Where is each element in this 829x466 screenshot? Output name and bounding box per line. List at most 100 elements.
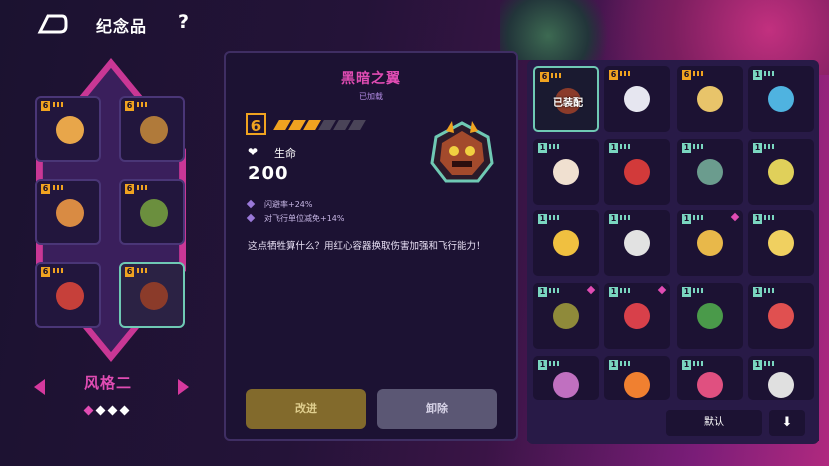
tier-badge: 1 bbox=[753, 143, 762, 153]
popcorn-icon bbox=[56, 116, 84, 144]
memento-cell[interactable]: 1 bbox=[604, 210, 670, 276]
memento-cell[interactable]: 6 已装配 bbox=[533, 66, 599, 132]
tooth-icon bbox=[768, 230, 794, 256]
memento-cell[interactable]: 1 bbox=[533, 356, 599, 400]
style-next-arrow[interactable] bbox=[178, 379, 189, 395]
loadout-slot[interactable]: 6 bbox=[35, 179, 101, 245]
loadout-slot[interactable]: 6 bbox=[119, 262, 185, 328]
tier-badge: 1 bbox=[538, 287, 547, 297]
bonus-line: 闪避率+24% bbox=[246, 199, 312, 210]
loadout-slot[interactable]: 6 bbox=[119, 179, 185, 245]
memento-cell[interactable]: 1 bbox=[604, 356, 670, 400]
heart-icon: ❤ bbox=[248, 145, 259, 159]
top-bar: 纪念品 ? bbox=[0, 0, 300, 50]
dark-wings-icon bbox=[430, 121, 494, 183]
lucky-cat-icon bbox=[553, 159, 579, 185]
loadout-slot[interactable]: 6 bbox=[119, 96, 185, 162]
flame-doll-icon bbox=[553, 230, 579, 256]
memento-cell[interactable]: 1 bbox=[533, 283, 599, 349]
rank-dots bbox=[764, 71, 774, 76]
loadout-slot[interactable]: 6 bbox=[35, 96, 101, 162]
new-indicator bbox=[657, 285, 667, 295]
rank-dots bbox=[549, 288, 559, 293]
tier-badge: 1 bbox=[538, 143, 547, 153]
unicorn-icon bbox=[624, 86, 650, 112]
diamond-bullet-icon bbox=[246, 199, 256, 209]
tier-badge: 1 bbox=[609, 360, 618, 370]
tier-badge: 1 bbox=[538, 360, 547, 370]
memento-cell[interactable]: 1 bbox=[677, 283, 743, 349]
back-button[interactable] bbox=[36, 12, 68, 36]
tier-badge: 1 bbox=[609, 214, 618, 224]
rank-dots bbox=[764, 144, 774, 149]
rank-dots bbox=[53, 185, 63, 190]
pager-dot bbox=[83, 405, 94, 416]
crate-icon bbox=[140, 116, 168, 144]
rank-dots bbox=[693, 361, 703, 366]
memento-cell[interactable]: 1 bbox=[677, 210, 743, 276]
tier-badge: 1 bbox=[609, 287, 618, 297]
style-prev-arrow[interactable] bbox=[34, 379, 45, 395]
tier-badge: 1 bbox=[609, 143, 618, 153]
memento-cell[interactable]: 1 bbox=[677, 139, 743, 205]
feather-icon bbox=[624, 303, 650, 329]
rank-dots bbox=[693, 71, 703, 76]
memento-cell[interactable]: 6 bbox=[604, 66, 670, 132]
memento-status: 已加载 bbox=[359, 92, 383, 101]
new-indicator bbox=[730, 212, 740, 222]
tier-badge: 6 bbox=[125, 101, 134, 111]
stat-value: 200 bbox=[248, 163, 289, 184]
rank-dots bbox=[764, 288, 774, 293]
memento-cell[interactable]: 6 bbox=[677, 66, 743, 132]
tier-badge: 1 bbox=[682, 287, 691, 297]
remove-button[interactable]: 卸除 bbox=[377, 389, 497, 429]
memento-cell[interactable]: 1 bbox=[604, 283, 670, 349]
new-indicator bbox=[586, 285, 596, 295]
orange-icon bbox=[624, 372, 650, 398]
snack-bag-icon bbox=[553, 372, 579, 398]
upgrade-button[interactable]: 改进 bbox=[246, 389, 366, 429]
memento-cell[interactable]: 1 bbox=[533, 139, 599, 205]
memento-cell[interactable]: 1 bbox=[748, 66, 814, 132]
rank-dots bbox=[549, 361, 559, 366]
memento-description: 这点牺牲算什么？用红心容器换取伤害加强和飞行能力！ bbox=[248, 241, 486, 252]
scroll-icon bbox=[697, 86, 723, 112]
tier-badge: 6 bbox=[41, 101, 50, 111]
rank-dots bbox=[620, 71, 630, 76]
page-title: 纪念品 bbox=[96, 17, 148, 36]
calendar-icon bbox=[624, 230, 650, 256]
ticket-icon bbox=[768, 159, 794, 185]
rank-dots bbox=[137, 102, 147, 107]
pager-dot bbox=[95, 405, 106, 416]
tier-badge: 6 bbox=[682, 70, 691, 80]
memento-cell[interactable]: 1 bbox=[748, 356, 814, 400]
skull-badge-icon bbox=[768, 372, 794, 398]
mask-icon bbox=[624, 159, 650, 185]
rank-dots bbox=[53, 102, 63, 107]
memento-cell[interactable]: 1 bbox=[677, 356, 743, 400]
memento-cell[interactable]: 1 bbox=[604, 139, 670, 205]
rank-dots bbox=[620, 144, 630, 149]
memento-cell[interactable]: 1 bbox=[533, 210, 599, 276]
diamond-bullet-icon bbox=[246, 213, 256, 223]
loadout-slot[interactable]: 6 bbox=[35, 262, 101, 328]
memento-cell[interactable]: 1 bbox=[748, 210, 814, 276]
tier-badge: 6 bbox=[609, 70, 618, 80]
tier-badge: 1 bbox=[753, 287, 762, 297]
rank-dots bbox=[549, 215, 559, 220]
memento-name: 黑暗之翼 bbox=[341, 71, 401, 87]
help-button[interactable]: ? bbox=[178, 11, 189, 33]
memento-cell[interactable]: 1 bbox=[748, 283, 814, 349]
rank-dots bbox=[764, 215, 774, 220]
stat-label: 生命 bbox=[274, 147, 296, 160]
default-button[interactable]: 默认 bbox=[666, 410, 762, 436]
tier-badge: 6 bbox=[125, 184, 134, 194]
memento-cell[interactable]: 1 bbox=[748, 139, 814, 205]
leaf-icon bbox=[697, 230, 723, 256]
style-pager bbox=[83, 399, 133, 416]
chip-icon bbox=[697, 303, 723, 329]
rank-dots bbox=[620, 361, 630, 366]
tier-badge: 1 bbox=[682, 214, 691, 224]
scroll-down-button[interactable]: ⬇ bbox=[769, 410, 805, 436]
style-label: 风格二 bbox=[84, 374, 133, 392]
